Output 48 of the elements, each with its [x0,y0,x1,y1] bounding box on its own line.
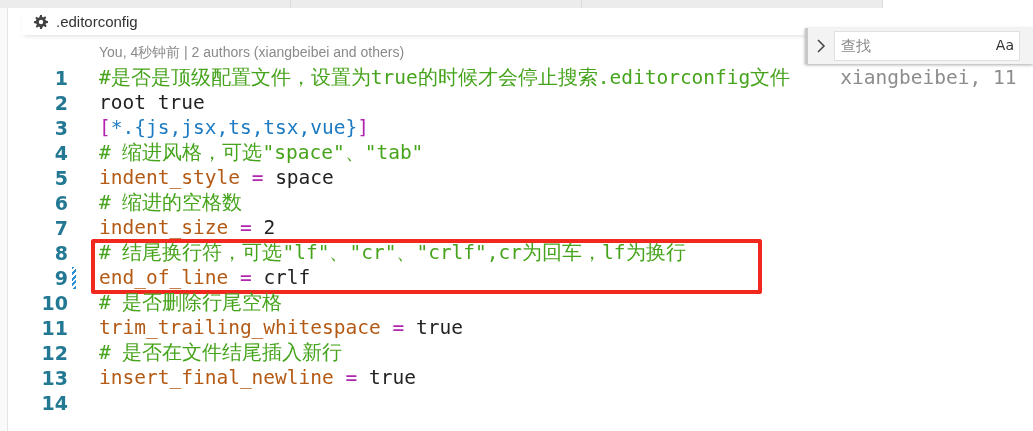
operator: = [238,216,253,239]
gear-icon [34,14,48,29]
line-number: 1 [53,66,68,89]
breadcrumb-file[interactable]: .editorconfig [56,13,138,30]
code-comment: # 缩进的空格数 [99,191,243,214]
line-number: 13 [40,366,68,389]
config-key: trim_trailing_whitespace [99,316,381,339]
line-number: 9 [53,266,68,289]
line-number: 8 [53,241,68,264]
code-comment: # 是否在文件结尾插入新行 [99,341,343,364]
config-value: true [416,316,463,339]
code-comment: #是否是顶级配置文件，设置为true的时候才会停止搜索.editorconfig文件 [99,66,791,89]
line-number: 10 [40,291,68,314]
line-number: 5 [53,166,68,189]
config-key: end_of_line [99,266,229,289]
config-value: crlf [263,266,311,289]
section-bracket: [ [99,116,111,139]
line-number: 2 [53,91,68,114]
line-number: 6 [53,191,68,214]
code-comment: # 缩进风格，可选"space"、"tab" [99,141,424,164]
code-comment: # 结尾换行符，可选"lf"、"cr"、"crlf",cr为回车，lf为换行 [99,241,686,264]
config-value: 2 [263,216,276,239]
config-key: insert_final_newline [99,366,334,389]
operator: = [391,316,406,339]
line-number: 3 [53,116,68,139]
line-number: 4 [53,141,68,164]
match-case-toggle[interactable]: Aa [995,37,1014,53]
operator: = [344,366,359,389]
config-value: space [275,166,334,189]
inline-blame: xiangbeibei, 11 [840,66,1017,89]
editor-tab[interactable] [582,0,883,8]
editor-tab[interactable] [291,0,582,8]
section-pattern: *.{js,jsx,ts,tsx,vue} [110,116,358,139]
line-number: 11 [40,316,68,339]
config-key: indent_size [99,216,229,239]
operator: = [238,266,253,289]
code-comment: # 是否删除行尾空格 [99,291,283,314]
config-value: true [369,366,416,389]
chevron-icon[interactable] [816,38,826,54]
config-key: indent_style [99,166,240,189]
config-value: root true [99,91,205,114]
line-number: 12 [40,341,68,364]
editor-tab[interactable] [0,0,291,8]
section-bracket: ] [357,116,370,139]
operator: = [250,166,265,189]
line-number: 7 [53,216,68,239]
blame-annotation[interactable]: You, 4秒钟前 | 2 authors (xiangbeibei and others) [99,43,405,62]
line-number: 14 [40,391,68,414]
